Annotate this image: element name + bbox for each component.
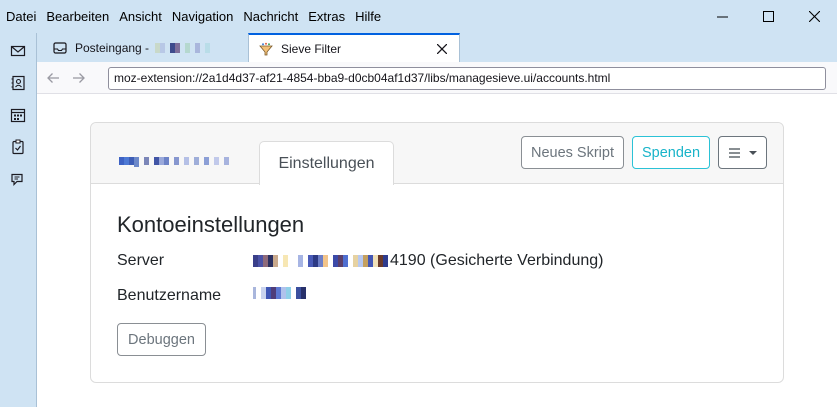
options-menu-button[interactable] (718, 136, 767, 169)
url-field[interactable]: moz-extension://2a1d4d37-af21-4854-bba9-… (108, 67, 826, 90)
debug-button[interactable]: Debuggen (117, 323, 206, 356)
window-controls (699, 0, 837, 33)
arrow-right-icon (73, 73, 85, 83)
space-calendar-button[interactable] (8, 105, 28, 125)
inbox-icon (53, 41, 67, 54)
page-content: Einstellungen Neues Skript Spenden Konto… (37, 95, 837, 407)
username-label: Benutzername (117, 287, 222, 304)
close-window-button[interactable] (791, 0, 837, 33)
forward-button[interactable] (70, 69, 88, 87)
space-addressbook-button[interactable] (8, 73, 28, 93)
tab-inbox[interactable]: Posteingang - (43, 33, 243, 62)
menu-extras[interactable]: Extras (303, 0, 350, 33)
tab-strip: Posteingang - Sieve Filter (37, 33, 837, 63)
arrow-left-icon (47, 73, 59, 83)
server-value: 4190 (Gesicherte Verbindung) (253, 252, 603, 270)
menu-ansicht[interactable]: Ansicht (114, 0, 167, 33)
tasks-icon (12, 139, 24, 155)
chevron-down-icon (748, 150, 757, 155)
spaces-toolbar (0, 33, 37, 407)
server-label: Server (117, 252, 165, 269)
maximize-icon (762, 11, 774, 22)
account-card: Einstellungen Neues Skript Spenden Konto… (90, 122, 784, 383)
menu-bar: Datei Bearbeiten Ansicht Navigation Nach… (0, 0, 386, 33)
tab-settings[interactable]: Einstellungen (259, 141, 394, 185)
redacted-account-title[interactable] (119, 157, 229, 167)
tab-inbox-title: Posteingang - (75, 40, 150, 55)
close-icon (808, 11, 820, 22)
redacted-username (253, 287, 306, 299)
back-button[interactable] (44, 69, 62, 87)
redacted-server-host (253, 255, 388, 267)
navigation-bar: moz-extension://2a1d4d37-af21-4854-bba9-… (37, 62, 837, 94)
card-header: Einstellungen Neues Skript Spenden (91, 123, 783, 185)
close-tab-button[interactable] (435, 42, 449, 56)
menu-datei[interactable]: Datei (0, 0, 41, 33)
menu-nachricht[interactable]: Nachricht (238, 0, 303, 33)
mail-icon (10, 45, 26, 57)
tab-sieve-title: Sieve Filter (281, 42, 342, 56)
menu-bearbeiten[interactable]: Bearbeiten (41, 0, 114, 33)
hamburger-menu-icon (728, 147, 740, 158)
space-mail-button[interactable] (8, 41, 28, 61)
donate-button[interactable]: Spenden (632, 136, 710, 169)
title-bar: Datei Bearbeiten Ansicht Navigation Nach… (0, 0, 837, 33)
minimize-button[interactable] (699, 0, 745, 33)
redacted-account-name (155, 42, 211, 53)
new-script-button[interactable]: Neues Skript (521, 136, 624, 169)
menu-hilfe[interactable]: Hilfe (350, 0, 386, 33)
addressbook-icon (11, 75, 25, 91)
tab-sieve-filter[interactable]: Sieve Filter (248, 33, 460, 63)
username-value (253, 287, 308, 299)
page-title: Kontoeinstellungen (117, 212, 305, 237)
close-icon (437, 44, 447, 54)
space-chat-button[interactable] (8, 169, 28, 189)
space-tasks-button[interactable] (8, 137, 28, 157)
minimize-icon (716, 16, 728, 18)
server-port-text: 4190 (Gesicherte Verbindung) (390, 252, 604, 269)
sieve-icon (259, 42, 273, 56)
maximize-button[interactable] (745, 0, 791, 33)
menu-navigation[interactable]: Navigation (167, 0, 238, 33)
chat-icon (11, 173, 23, 186)
calendar-icon (10, 108, 26, 123)
